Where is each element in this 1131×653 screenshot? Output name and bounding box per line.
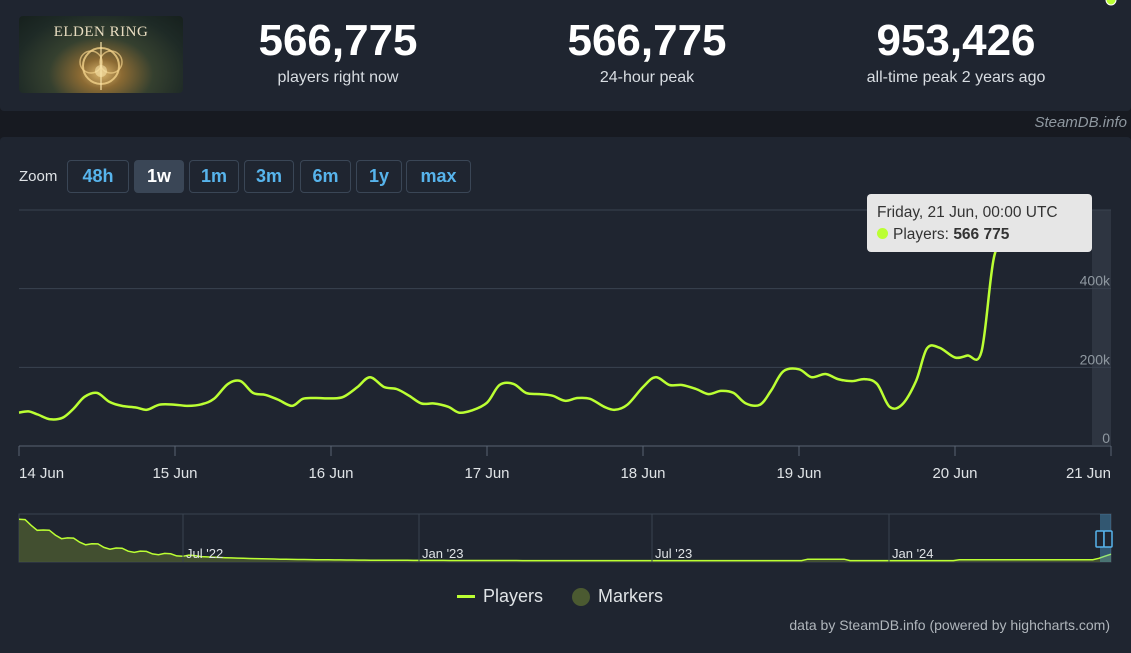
- x-tick-label: 18 Jun: [620, 465, 665, 482]
- x-tick-label: 16 Jun: [308, 465, 353, 482]
- legend-markers-label: Markers: [598, 586, 664, 606]
- tooltip-value: 566 775: [953, 226, 1010, 243]
- navigator-handle-left[interactable]: [1095, 530, 1105, 548]
- x-tick-label: 17 Jun: [464, 465, 509, 482]
- x-tick-label: 19 Jun: [776, 465, 821, 482]
- navigator-tick-label: Jul '22: [186, 546, 223, 561]
- tooltip-header: Friday, 21 Jun, 00:00 UTC: [877, 204, 1058, 221]
- chart-tooltip: Friday, 21 Jun, 00:00 UTC Players: 566 7…: [867, 194, 1092, 252]
- x-tick-label: 20 Jun: [932, 465, 977, 482]
- navigator-tick-label: Jan '23: [422, 546, 464, 561]
- hovered-data-point[interactable]: [1105, 0, 1117, 6]
- hover-highlight-band: [1092, 210, 1111, 446]
- x-axis: 14 Jun 15 Jun 16 Jun 17 Jun 18 Jun 19 Jun 20 J…: [18, 446, 1112, 482]
- tooltip-row: Players: 566 775: [877, 224, 1082, 246]
- y-tick-label: 400k: [1080, 273, 1111, 289]
- legend-players[interactable]: Players: [457, 586, 543, 607]
- line-legend-icon: [457, 595, 475, 598]
- marker-legend-icon: [572, 587, 590, 606]
- highcharts-credit[interactable]: data by SteamDB.info (powered by highcha…: [789, 617, 1110, 633]
- navigator-tick-label: Jan '24: [892, 546, 934, 561]
- tooltip-series-label: Players:: [893, 226, 949, 243]
- legend-players-label: Players: [483, 586, 544, 606]
- players-series-line[interactable]: [18, 232, 1009, 421]
- x-tick-label: 21 Jun: [1066, 465, 1111, 482]
- player-chart[interactable]: 0 200k 400k 14 Jun 15 Jun 16 Jun 17 Jun 18 Jun…: [0, 0, 1131, 653]
- series-dot-icon: [877, 228, 888, 240]
- x-tick-label: 14 Jun: [19, 465, 64, 482]
- navigator-tick-label: Jul '23: [655, 546, 692, 561]
- y-tick-label: 200k: [1080, 351, 1111, 367]
- x-tick-label: 15 Jun: [152, 465, 197, 482]
- legend-markers[interactable]: Markers: [572, 586, 663, 607]
- navigator[interactable]: Jul '22 Jan '23 Jul '23 Jan '24: [18, 513, 1113, 563]
- y-tick-label: 0: [1102, 430, 1110, 446]
- navigator-handle-right[interactable]: [1103, 530, 1113, 548]
